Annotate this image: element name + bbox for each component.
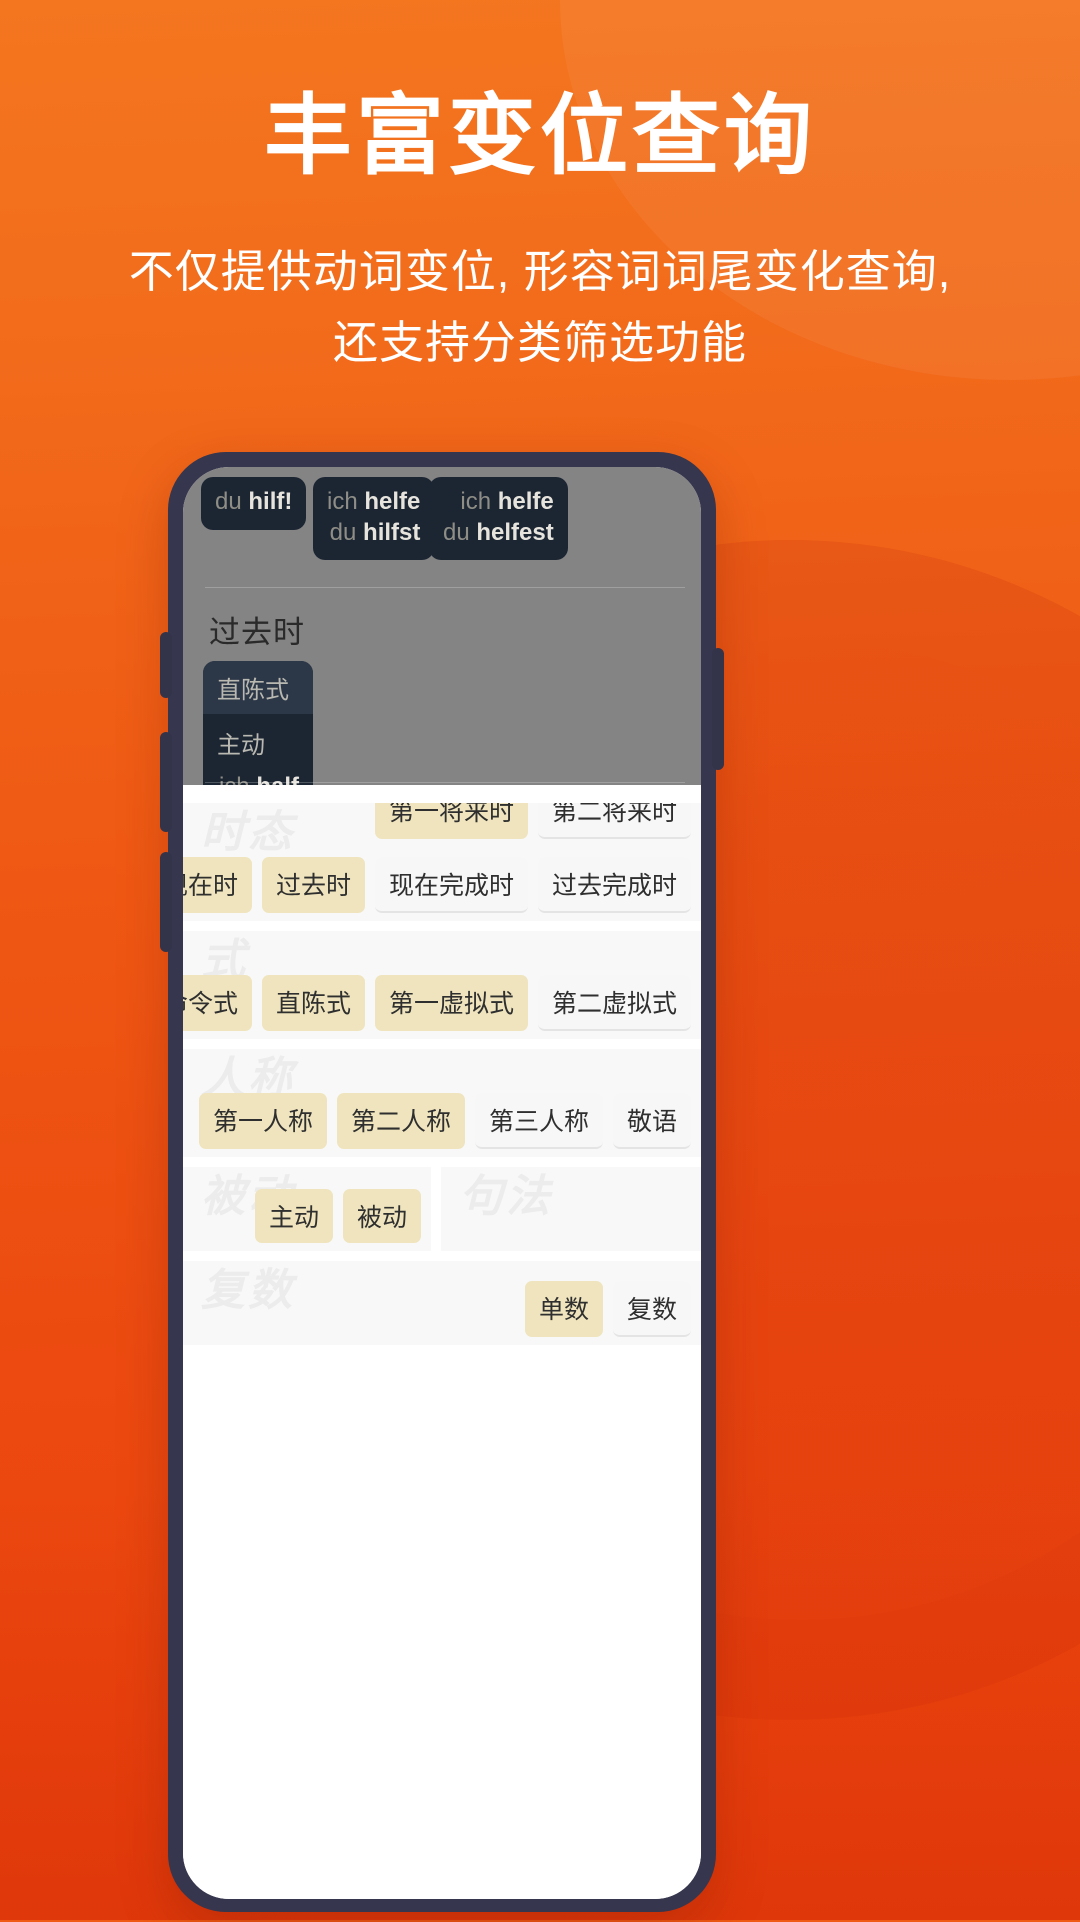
conjugation-scrim: du hilf! ich helfe du hilfst ich helfe d… (183, 467, 701, 848)
filter-chip-container: 主动 被动 (254, 1189, 421, 1243)
filter-chip-container: 第一将来时 第二将来时 现在时 过去时 现在完成时 过去完成时 (183, 803, 691, 913)
filter-chip-future-1[interactable]: 第一将来时 (374, 803, 528, 839)
phone-mockup: du hilf! ich helfe du hilfst ich helfe d… (160, 452, 728, 1922)
filter-chip-person-3[interactable]: 第三人称 (474, 1093, 603, 1149)
filter-chip-present[interactable]: 现在时 (183, 857, 252, 913)
sheet-bottom-space (183, 1355, 701, 1535)
filter-chip-subjunctive-1[interactable]: 第一虚拟式 (374, 975, 528, 1031)
filter-chip-indicative[interactable]: 直陈式 (261, 975, 365, 1031)
phone-button-mute (160, 632, 172, 698)
filter-group-label: 复数 (201, 1266, 295, 1315)
divider (205, 782, 685, 783)
filter-sheet: 时态 第一将来时 第二将来时 现在时 过去时 现在完成时 过去完成时 (183, 785, 701, 1899)
conjugation-line: ich helfe (443, 487, 554, 518)
page-subtitle: 不仅提供动词变位, 形容词词尾变化查询, 还支持分类筛选功能 (0, 180, 1080, 378)
filter-chip-container: 第一人称 第二人称 第三人称 敬语 (198, 1093, 691, 1149)
page-title: 丰富变位查询 (263, 86, 816, 185)
filter-chip-past[interactable]: 过去时 (261, 857, 365, 913)
filter-chip-honorific[interactable]: 敬语 (612, 1093, 691, 1149)
pronoun: du (215, 488, 242, 515)
filter-chip-row: 现在时 过去时 现在完成时 过去完成时 (183, 857, 691, 913)
filter-group-syntax: 句法 (441, 1167, 701, 1251)
voice-label: 主动 (217, 732, 265, 759)
phone-button-volume-down (160, 852, 172, 952)
filter-chip-imperative[interactable]: 命令式 (183, 975, 252, 1031)
phone-screen: du hilf! ich helfe du hilfst ich helfe d… (183, 467, 701, 1899)
pronoun: du (329, 518, 357, 546)
filter-group-person: 人称 第一人称 第二人称 第三人称 敬语 (183, 1049, 701, 1157)
filter-chip-future-2[interactable]: 第二将来时 (537, 803, 691, 839)
pronoun: ich (460, 488, 492, 515)
filter-group-pair: 被动 主动 被动 句法 (183, 1167, 701, 1251)
tense-section-label: 过去时 (209, 615, 305, 650)
filter-chip-row: 第一人称 第二人称 第三人称 敬语 (198, 1093, 691, 1149)
filter-group-label: 句法 (459, 1172, 553, 1221)
verb-form: helfe (497, 488, 554, 515)
conjugation-card[interactable]: ich helfe du hilfst (313, 477, 435, 561)
promo-header: 丰富变位查询 不仅提供动词变位, 形容词词尾变化查询, 还支持分类筛选功能 (0, 0, 1080, 378)
page-subtitle-line-2: 还支持分类筛选功能 (332, 317, 747, 369)
filter-chip-present-perfect[interactable]: 现在完成时 (374, 857, 528, 913)
filter-chip-past-perfect[interactable]: 过去完成时 (537, 857, 691, 913)
filter-chip-row: 第一将来时 第二将来时 (221, 803, 691, 839)
phone-frame: du hilf! ich helfe du hilfst ich helfe d… (160, 452, 724, 1912)
filter-chip-container: 单数 复数 (524, 1281, 691, 1337)
filter-chip-active[interactable]: 主动 (254, 1189, 333, 1243)
filter-chip-person-1[interactable]: 第一人称 (198, 1093, 327, 1149)
filter-chip-subjunctive-2[interactable]: 第二虚拟式 (537, 975, 691, 1031)
conjugation-line: ich helfe (327, 487, 420, 518)
conjugation-card-row: du hilf! ich helfe du hilfst ich helfe d… (183, 471, 701, 563)
filter-chip-row: 主动 被动 (254, 1189, 421, 1243)
page-subtitle-line-1: 不仅提供动词变位, 形容词词尾变化查询, (128, 246, 952, 297)
filter-group-mood: 式 命令式 直陈式 第一虚拟式 第二虚拟式 (183, 931, 701, 1039)
conjugation-card[interactable]: ich helfe du helfest (429, 477, 568, 561)
filter-chip-row: 命令式 直陈式 第一虚拟式 第二虚拟式 (183, 975, 691, 1031)
pronoun: ich (327, 488, 358, 515)
phone-button-volume-up (160, 732, 172, 832)
pronoun: du (443, 518, 470, 546)
filter-chip-person-2[interactable]: 第二人称 (336, 1093, 465, 1149)
conjugation-line: du hilf! (215, 487, 292, 518)
filter-chip-row: 单数 复数 (524, 1281, 691, 1337)
filter-group-number: 复数 单数 复数 (183, 1261, 701, 1345)
verb-form: hilf! (248, 488, 293, 515)
divider (205, 587, 685, 588)
filter-group-voice: 被动 主动 被动 (183, 1167, 431, 1251)
verb-form: hilfst (363, 518, 421, 546)
conjugation-card[interactable]: du hilf! (201, 477, 307, 530)
phone-button-power (712, 648, 724, 770)
verb-form: helfest (476, 518, 554, 546)
mood-label: 直陈式 (203, 661, 313, 714)
filter-chip-container: 命令式 直陈式 第一虚拟式 第二虚拟式 (183, 975, 691, 1031)
filter-chip-singular[interactable]: 单数 (524, 1281, 603, 1337)
conjugation-line: du hilfst (327, 518, 421, 549)
filter-group-tense: 时态 第一将来时 第二将来时 现在时 过去时 现在完成时 过去完成时 (183, 803, 701, 921)
filter-chip-passive[interactable]: 被动 (342, 1189, 421, 1243)
conjugation-line: du helfest (443, 518, 554, 549)
verb-form: helfe (364, 488, 421, 515)
filter-chip-plural[interactable]: 复数 (612, 1281, 691, 1337)
